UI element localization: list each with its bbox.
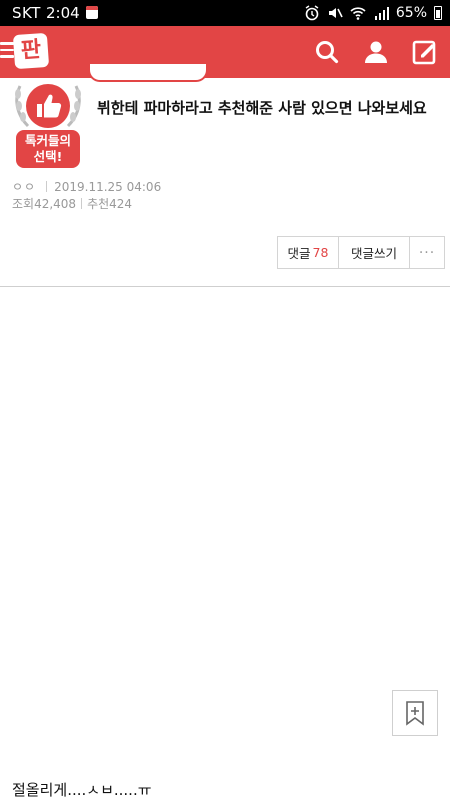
recommend-count: 추천424	[87, 197, 133, 211]
view-count: 조회42,408	[12, 197, 77, 211]
comments-count: 78	[312, 245, 329, 260]
wifi-icon	[350, 7, 366, 20]
post-body-text: 절올리게....ㅅㅂ.....ㅠ	[12, 781, 152, 799]
clock: 2:04	[46, 4, 80, 22]
bookmark-icon	[406, 701, 424, 726]
post-stats: 조회42,408 추천424	[12, 195, 132, 212]
status-icons: 65%	[304, 4, 442, 22]
section-divider	[0, 286, 450, 287]
comments-button[interactable]: 댓글 78	[278, 237, 339, 268]
thumbs-up-circle	[26, 84, 70, 128]
app-header: 판	[0, 26, 450, 78]
search-icon[interactable]	[313, 38, 341, 66]
bookmark-button[interactable]	[392, 690, 438, 736]
meta-divider	[46, 181, 48, 192]
menu-icon[interactable]	[0, 42, 14, 62]
author-name[interactable]: ㅇㅇ	[12, 178, 36, 195]
badge-line-1: 톡커들의	[24, 133, 71, 148]
pann-logo[interactable]: 판	[12, 32, 50, 70]
talkers-choice-badge: 톡커들의 선택!	[10, 80, 86, 170]
write-icon[interactable]	[411, 38, 439, 66]
more-options-button[interactable]: ···	[410, 237, 444, 268]
badge-label: 톡커들의 선택!	[16, 130, 80, 168]
status-bar: SKT 2:04 65%	[0, 0, 450, 26]
comments-label: 댓글	[287, 246, 311, 261]
post-date: 2019.11.25 04:06	[54, 179, 162, 194]
carrier-label: SKT	[12, 4, 41, 22]
battery-icon	[434, 6, 442, 20]
write-comment-button[interactable]: 댓글쓰기	[339, 237, 410, 268]
stats-divider	[81, 198, 83, 209]
alarm-icon	[305, 5, 319, 21]
category-pill	[88, 64, 208, 82]
post-title: 뷔한테 파마하라고 추천해준 사람 있으면 나와보세요	[97, 99, 427, 117]
post-meta: ㅇㅇ 2019.11.25 04:06	[12, 178, 161, 195]
thumbs-up-icon	[37, 94, 62, 118]
mute-icon	[328, 8, 343, 18]
user-icon[interactable]	[362, 38, 390, 66]
battery-percent: 65%	[395, 5, 427, 21]
calendar-notification-icon	[86, 6, 98, 19]
badge-line-2: 선택!	[33, 149, 63, 164]
signal-icon	[374, 7, 389, 20]
post-action-bar: 댓글 78 댓글쓰기 ···	[277, 236, 445, 269]
